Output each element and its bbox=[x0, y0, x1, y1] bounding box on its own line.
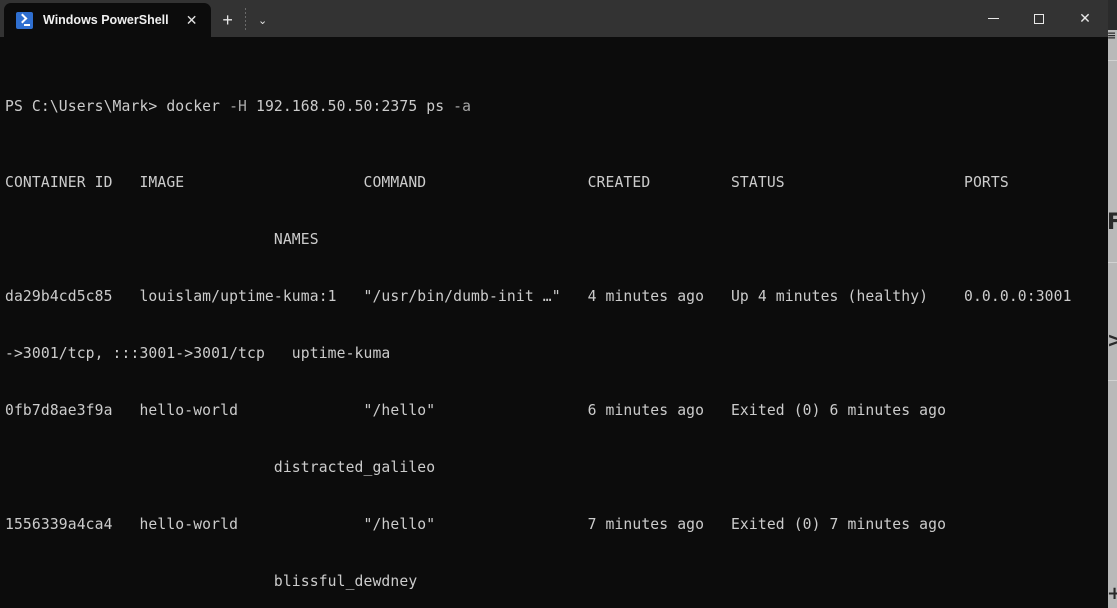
console-line-command: PS C:\Users\Mark> docker -H 192.168.50.5… bbox=[5, 97, 1072, 116]
tab-strip: Windows PowerShell ✕ + ⌄ bbox=[0, 0, 280, 37]
prompt-and-program: PS C:\Users\Mark> docker bbox=[5, 98, 230, 115]
console-line-row-2: 0fb7d8ae3f9a hello-world "/hello" 6 minu… bbox=[5, 402, 947, 419]
tab-label: Windows PowerShell bbox=[43, 13, 169, 27]
host-and-subcommand: 192.168.50.50:2375 ps bbox=[247, 98, 454, 115]
tab-windows-powershell[interactable]: Windows PowerShell ✕ bbox=[4, 3, 211, 37]
flag-all: -a bbox=[453, 98, 472, 115]
close-window-button[interactable]: ✕ bbox=[1062, 0, 1108, 37]
console-line-row-1-cont: ->3001/tcp, :::3001->3001/tcp uptime-kum… bbox=[5, 345, 391, 362]
flag-host: -H bbox=[229, 98, 248, 115]
console-line-row-1: da29b4cd5c85 louislam/uptime-kuma:1 "/us… bbox=[5, 288, 1072, 305]
title-bar[interactable]: Windows PowerShell ✕ + ⌄ ✕ bbox=[0, 0, 1108, 37]
new-tab-icon[interactable]: + bbox=[211, 3, 245, 37]
background-window-fragment-plus: + bbox=[1107, 583, 1117, 604]
maximize-button[interactable] bbox=[1016, 0, 1062, 37]
close-tab-icon[interactable]: ✕ bbox=[179, 7, 205, 33]
background-window-fragment-chevron: > bbox=[1107, 328, 1117, 352]
console-line-table-header-names: NAMES bbox=[5, 231, 319, 248]
chevron-down-icon[interactable]: ⌄ bbox=[246, 3, 280, 37]
console-line-row-3: 1556339a4ca4 hello-world "/hello" 7 minu… bbox=[5, 516, 947, 533]
background-window-fragment-f: F bbox=[1107, 210, 1117, 235]
console-line-row-2-cont: distracted_galileo bbox=[5, 459, 436, 476]
console-text: PS C:\Users\Mark> docker -H 192.168.50.5… bbox=[5, 40, 1072, 608]
background-window-menu-icon: ≡ bbox=[1107, 29, 1117, 42]
powershell-window: Windows PowerShell ✕ + ⌄ ✕ PS C:\Users\M… bbox=[0, 0, 1108, 608]
console-line-table-header: CONTAINER ID IMAGE COMMAND CREATED STATU… bbox=[5, 174, 1009, 191]
minimize-button[interactable] bbox=[970, 0, 1016, 37]
console-output-area[interactable]: PS C:\Users\Mark> docker -H 192.168.50.5… bbox=[0, 37, 1108, 608]
console-line-row-3-cont: blissful_dewdney bbox=[5, 573, 418, 590]
window-controls: ✕ bbox=[970, 0, 1108, 37]
powershell-icon bbox=[16, 11, 33, 29]
